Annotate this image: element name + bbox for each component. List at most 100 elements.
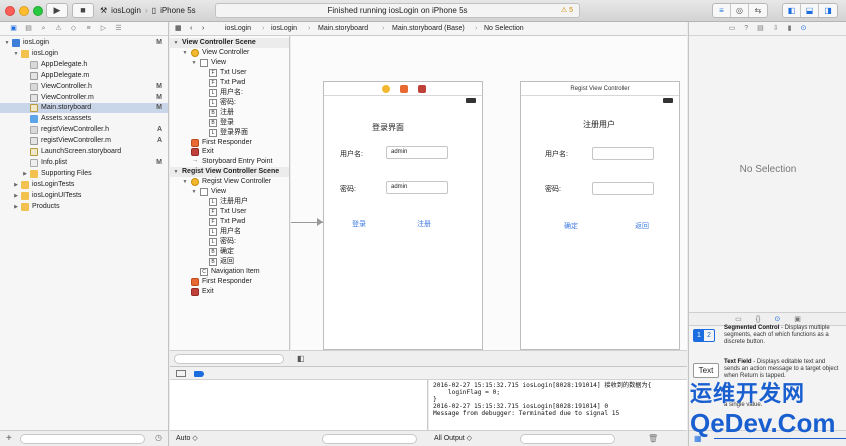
jumpbar-item-project[interactable]: iosLogin xyxy=(225,22,251,36)
outline-filter-input[interactable] xyxy=(174,354,284,364)
regist-pwd-field[interactable] xyxy=(592,182,654,195)
navigator-row[interactable]: ViewController.h M xyxy=(0,82,168,92)
navigator-row[interactable]: registViewController.m A xyxy=(0,136,168,146)
breakpoint-navigator-icon[interactable]: ▷ xyxy=(98,22,109,35)
breakpoint-toggle-icon[interactable] xyxy=(194,371,204,377)
exit-icon[interactable] xyxy=(418,85,426,93)
navigator-row[interactable]: ▶ iosLoginUITests xyxy=(0,191,168,201)
object-library-icon[interactable]: ⊙ xyxy=(774,313,780,325)
issue-navigator-icon[interactable]: ⚠ xyxy=(53,22,64,35)
disclosure-closed-icon[interactable]: ▶ xyxy=(22,169,28,179)
variables-filter-input[interactable] xyxy=(322,434,417,444)
outline-row[interactable]: ▼ View xyxy=(170,187,289,197)
hide-debug-area-icon[interactable] xyxy=(176,370,186,377)
outline-row[interactable]: L 注册用户 xyxy=(170,197,289,207)
folder-icon[interactable]: ▣ xyxy=(8,22,19,35)
disclosure-closed-icon[interactable]: ▶ xyxy=(13,180,19,190)
symbol-navigator-icon[interactable]: ▤ xyxy=(23,22,34,35)
console-filter-input[interactable] xyxy=(520,434,615,444)
test-navigator-icon[interactable]: ◇ xyxy=(68,22,79,35)
version-editor-icon[interactable]: ⇆ xyxy=(749,4,767,17)
navigator-row[interactable]: AppDelegate.m xyxy=(0,71,168,81)
login-user-field[interactable]: admin xyxy=(386,146,448,159)
add-icon[interactable]: + xyxy=(6,433,12,444)
register-button[interactable]: 注册 xyxy=(417,219,431,229)
disclosure-open-icon[interactable]: ▼ xyxy=(182,48,188,58)
view-controller-icon[interactable] xyxy=(382,85,390,93)
code-snippet-icon[interactable]: {} xyxy=(756,313,761,325)
minimize-window-button[interactable] xyxy=(19,6,29,16)
navigator-row[interactable]: ▶ Products xyxy=(0,202,168,212)
regist-user-field[interactable] xyxy=(592,147,654,160)
storyboard-canvas[interactable]: 登录界面 用户名: admin 密码: admin 登录 注册 Regist V… xyxy=(291,36,687,366)
outline-row[interactable]: B 返回 xyxy=(170,257,289,267)
library-item-partial[interactable]: a single value. xyxy=(689,402,846,412)
outline-row[interactable]: B 确定 xyxy=(170,247,289,257)
jumpbar-item-group[interactable]: iosLogin xyxy=(271,22,297,36)
outline-row[interactable]: First Responder xyxy=(170,277,289,287)
grid-view-icon[interactable]: ▦ xyxy=(694,434,702,443)
warning-badge[interactable]: ⚠ 5 xyxy=(561,4,573,17)
debug-navigator-icon[interactable]: ≡ xyxy=(83,22,94,35)
outline-row[interactable]: L 密码: xyxy=(170,237,289,247)
outline-row[interactable]: C Navigation Item xyxy=(170,267,289,277)
run-button[interactable]: ▶ xyxy=(46,3,68,18)
back-button[interactable]: 返回 xyxy=(635,221,649,231)
variables-scope-select[interactable]: Auto ◇ xyxy=(176,431,198,446)
utilities-toggle-icon[interactable]: ◨ xyxy=(819,4,837,17)
login-view-controller[interactable]: 登录界面 用户名: admin 密码: admin 登录 注册 xyxy=(323,81,483,350)
regist-view-controller[interactable]: Regist View Controller 注册用户 用户名: 密码: 确定 … xyxy=(520,81,680,350)
connections-inspector-icon[interactable]: ⊙ xyxy=(801,22,807,35)
outline-scene-header[interactable]: ▼ Regist View Controller Scene xyxy=(170,167,289,178)
navigator-row[interactable]: ViewController.m M xyxy=(0,93,168,103)
outline-row[interactable]: Exit xyxy=(170,147,289,157)
outline-row[interactable]: B 登录 xyxy=(170,118,289,128)
disclosure-open-icon[interactable]: ▼ xyxy=(4,38,10,48)
outline-row[interactable]: F Txt Pwd xyxy=(170,217,289,227)
library-item-text-field[interactable]: Text Text Field - Displays editable text… xyxy=(689,359,846,399)
navigator-row[interactable]: registViewController.h A xyxy=(0,125,168,135)
navigator-row[interactable]: ▶ iosLoginTests xyxy=(0,180,168,190)
find-navigator-icon[interactable]: ⌕ xyxy=(38,22,49,35)
first-responder-icon[interactable] xyxy=(400,85,408,93)
back-arrow-icon[interactable]: ‹ xyxy=(190,22,192,36)
stop-button[interactable]: ■ xyxy=(72,3,94,18)
outline-row[interactable]: L 用户名 xyxy=(170,227,289,237)
navigator-row[interactable]: AppDelegate.h xyxy=(0,60,168,70)
login-button[interactable]: 登录 xyxy=(352,219,366,229)
standard-editor-icon[interactable]: ≡ xyxy=(713,4,731,17)
file-inspector-icon[interactable]: ▭ xyxy=(729,22,736,35)
navigator-row[interactable]: ▼ iosLogin xyxy=(0,49,168,59)
jumpbar-item-selection[interactable]: No Selection xyxy=(484,22,524,36)
navigator-row[interactable]: Main.storyboard M xyxy=(0,103,168,114)
related-items-icon[interactable]: ▦ xyxy=(175,22,182,36)
identity-inspector-icon[interactable]: ▤ xyxy=(757,22,764,35)
outline-row[interactable]: First Responder xyxy=(170,138,289,148)
outline-row[interactable]: F Txt User xyxy=(170,207,289,217)
navigator-row[interactable]: Info.plist M xyxy=(0,158,168,168)
confirm-button[interactable]: 确定 xyxy=(564,221,578,231)
disclosure-open-icon[interactable]: ▼ xyxy=(173,167,179,177)
assistant-editor-icon[interactable]: ◎ xyxy=(731,4,749,17)
outline-row[interactable]: L 用户名: xyxy=(170,88,289,98)
close-window-button[interactable] xyxy=(5,6,15,16)
navigator-toggle-icon[interactable]: ◧ xyxy=(783,4,801,17)
variables-view[interactable] xyxy=(170,380,428,430)
login-pwd-field[interactable]: admin xyxy=(386,181,448,194)
size-inspector-icon[interactable]: ▮ xyxy=(788,22,792,35)
debug-toggle-icon[interactable]: ⬓ xyxy=(801,4,819,17)
navigator-row[interactable]: LaunchScreen.storyboard xyxy=(0,147,168,157)
outline-row[interactable]: ▼ View xyxy=(170,58,289,68)
outline-row[interactable]: ▼ Regist View Controller xyxy=(170,177,289,187)
outline-row[interactable]: B 注册 xyxy=(170,108,289,118)
outline-row[interactable]: → Storyboard Entry Point xyxy=(170,157,289,167)
outline-row[interactable]: L 密码: xyxy=(170,98,289,108)
report-navigator-icon[interactable]: ☰ xyxy=(113,22,124,35)
disclosure-open-icon[interactable]: ▼ xyxy=(13,49,19,59)
trash-icon[interactable]: 🗑 xyxy=(648,431,658,446)
file-template-icon[interactable]: ▭ xyxy=(735,313,742,325)
jumpbar-item-file[interactable]: Main.storyboard xyxy=(318,22,368,36)
outline-row[interactable]: L 登录界面 xyxy=(170,128,289,138)
disclosure-closed-icon[interactable]: ▶ xyxy=(13,191,19,201)
outline-scene-header[interactable]: ▼ View Controller Scene xyxy=(170,38,289,48)
